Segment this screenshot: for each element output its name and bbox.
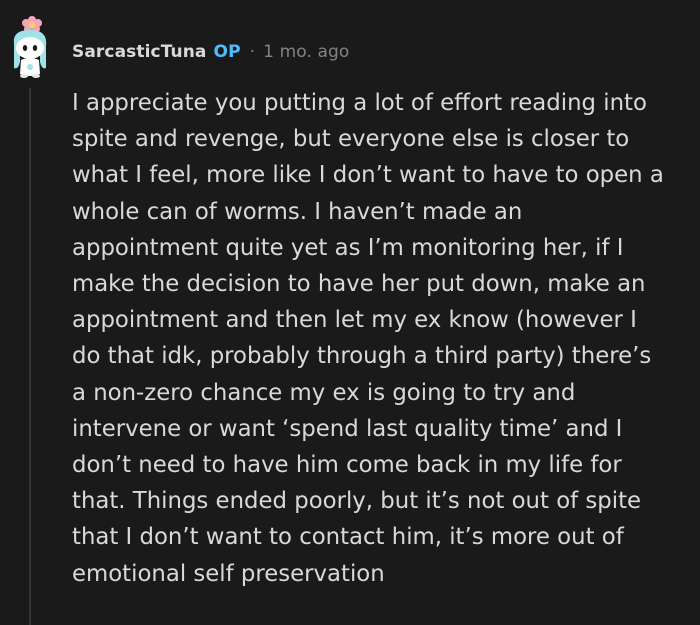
comment: SarcasticTuna OP · 1 mo. ago I appreciat… (0, 0, 700, 625)
comment-body: I appreciate you putting a lot of effort… (72, 90, 664, 587)
meta-separator: · (249, 42, 256, 62)
thread-collapse-line[interactable] (29, 88, 31, 625)
comment-timestamp[interactable]: 1 mo. ago (263, 42, 349, 62)
reddit-snoo-avatar-icon[interactable] (6, 10, 54, 80)
op-badge: OP (213, 42, 241, 62)
author-username[interactable]: SarcasticTuna (72, 42, 207, 62)
comment-header: SarcasticTuna OP · 1 mo. ago (72, 38, 349, 66)
